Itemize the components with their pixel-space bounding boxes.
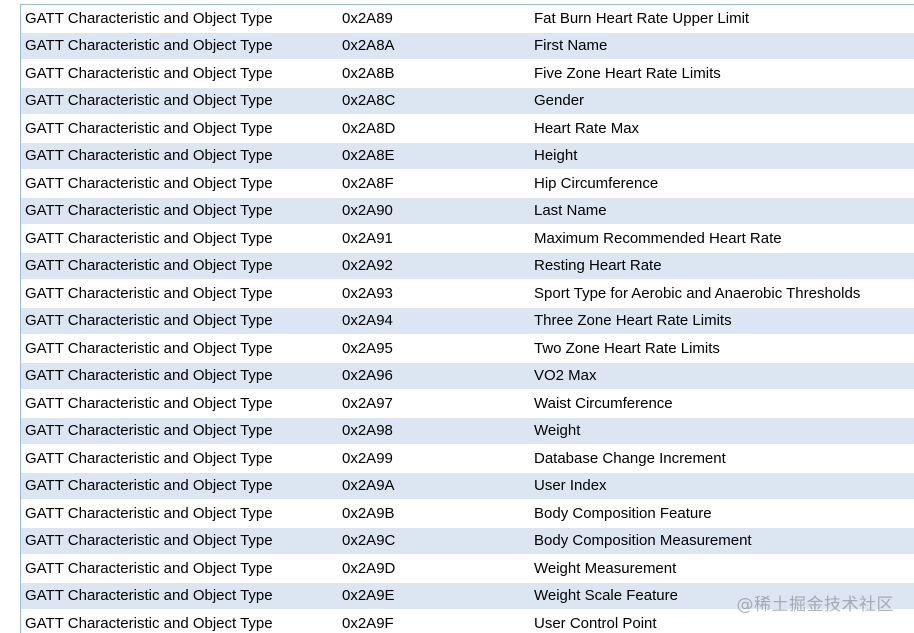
cell-name: First Name	[534, 37, 608, 55]
cell-type: GATT Characteristic and Object Type	[25, 449, 273, 467]
cell-type: GATT Characteristic and Object Type	[25, 504, 273, 522]
cell-type: GATT Characteristic and Object Type	[25, 229, 273, 247]
cell-name: Gender	[534, 92, 585, 110]
cell-uuid: 0x2A94	[342, 312, 393, 330]
cell-type: GATT Characteristic and Object Type	[25, 587, 273, 605]
cell-uuid: 0x2A9D	[342, 559, 396, 577]
cell-name: Body Composition Measurement	[534, 532, 752, 550]
cell-name: Database Change Increment	[534, 449, 726, 467]
table-row: GATT Characteristic and Object Type 0x2A9…	[21, 225, 914, 253]
cell-uuid: 0x2A9B	[342, 504, 395, 522]
cell-type: GATT Characteristic and Object Type	[25, 559, 273, 577]
cell-type: GATT Characteristic and Object Type	[25, 312, 273, 330]
cell-name: User Index	[534, 477, 607, 495]
cell-uuid: 0x2A89	[342, 9, 393, 27]
table-row: GATT Characteristic and Object Type 0x2A9…	[21, 417, 914, 445]
cell-type: GATT Characteristic and Object Type	[25, 119, 273, 137]
table-row: GATT Characteristic and Object Type 0x2A9…	[21, 555, 914, 583]
cell-uuid: 0x2A9F	[342, 614, 394, 632]
table-row: GATT Characteristic and Object Type 0x2A8…	[21, 115, 914, 143]
cell-uuid: 0x2A93	[342, 284, 393, 302]
cell-uuid: 0x2A91	[342, 229, 393, 247]
cell-type: GATT Characteristic and Object Type	[25, 422, 273, 440]
cell-type: GATT Characteristic and Object Type	[25, 532, 273, 550]
cell-name: Fat Burn Heart Rate Upper Limit	[534, 9, 750, 27]
cell-type: GATT Characteristic and Object Type	[25, 257, 273, 275]
cell-name: Weight Measurement	[534, 559, 677, 577]
cell-uuid: 0x2A96	[342, 367, 393, 385]
document-page: GATT Characteristic and Object Type 0x2A8…	[0, 0, 914, 633]
cell-name: Weight	[534, 422, 581, 440]
uuid-table: GATT Characteristic and Object Type 0x2A8…	[20, 4, 914, 633]
cell-name: Three Zone Heart Rate Limits	[534, 312, 732, 330]
cell-uuid: 0x2A98	[342, 422, 393, 440]
table-row: GATT Characteristic and Object Type 0x2A9…	[21, 500, 914, 528]
cell-uuid: 0x2A95	[342, 339, 393, 357]
cell-type: GATT Characteristic and Object Type	[25, 394, 273, 412]
cell-type: GATT Characteristic and Object Type	[25, 339, 273, 357]
cell-type: GATT Characteristic and Object Type	[25, 64, 273, 82]
cell-name: Body Composition Feature	[534, 504, 712, 522]
cell-name: Heart Rate Max	[534, 119, 640, 137]
table-row: GATT Characteristic and Object Type 0x2A8…	[21, 87, 914, 115]
table-row: GATT Characteristic and Object Type 0x2A8…	[21, 142, 914, 170]
cell-type: GATT Characteristic and Object Type	[25, 37, 273, 55]
cell-name: Resting Heart Rate	[534, 257, 662, 275]
cell-type: GATT Characteristic and Object Type	[25, 9, 273, 27]
table-row: GATT Characteristic and Object Type 0x2A9…	[21, 252, 914, 280]
table-row: GATT Characteristic and Object Type 0x2A9…	[21, 197, 914, 225]
cell-uuid: 0x2A9E	[342, 587, 395, 605]
cell-type: GATT Characteristic and Object Type	[25, 147, 273, 165]
cell-uuid: 0x2A8B	[342, 64, 395, 82]
table-row: GATT Characteristic and Object Type 0x2A8…	[21, 32, 914, 60]
table-row: GATT Characteristic and Object Type 0x2A9…	[21, 280, 914, 308]
cell-name: Five Zone Heart Rate Limits	[534, 64, 721, 82]
cell-name: VO2 Max	[534, 367, 597, 385]
table-row: GATT Characteristic and Object Type 0x2A9…	[21, 445, 914, 473]
table-row: GATT Characteristic and Object Type 0x2A8…	[21, 60, 914, 88]
table-row: GATT Characteristic and Object Type 0x2A9…	[21, 335, 914, 363]
cell-uuid: 0x2A92	[342, 257, 393, 275]
table-row: GATT Characteristic and Object Type 0x2A9…	[21, 390, 914, 418]
table-row: GATT Characteristic and Object Type 0x2A9…	[21, 472, 914, 500]
cell-uuid: 0x2A9A	[342, 477, 395, 495]
table-row: GATT Characteristic and Object Type 0x2A9…	[21, 527, 914, 555]
cell-uuid: 0x2A9C	[342, 532, 396, 550]
cell-uuid: 0x2A8F	[342, 174, 394, 192]
cell-uuid: 0x2A8E	[342, 147, 395, 165]
cell-name: Hip Circumference	[534, 174, 659, 192]
watermark: @稀土掘金技术社区	[736, 595, 894, 615]
table-row: GATT Characteristic and Object Type 0x2A8…	[21, 5, 914, 33]
cell-name: Sport Type for Aerobic and Anaerobic Thr…	[534, 284, 861, 302]
cell-uuid: 0x2A97	[342, 394, 393, 412]
cell-name: Maximum Recommended Heart Rate	[534, 229, 782, 247]
cell-uuid: 0x2A8C	[342, 92, 396, 110]
table-row: GATT Characteristic and Object Type 0x2A9…	[21, 362, 914, 390]
cell-name: Two Zone Heart Rate Limits	[534, 339, 720, 357]
cell-name: User Control Point	[534, 614, 657, 632]
cell-name: Last Name	[534, 202, 607, 220]
cell-uuid: 0x2A90	[342, 202, 393, 220]
cell-type: GATT Characteristic and Object Type	[25, 174, 273, 192]
cell-uuid: 0x2A8D	[342, 119, 396, 137]
cell-type: GATT Characteristic and Object Type	[25, 614, 273, 632]
cell-name: Height	[534, 147, 578, 165]
cell-type: GATT Characteristic and Object Type	[25, 284, 273, 302]
cell-type: GATT Characteristic and Object Type	[25, 477, 273, 495]
cell-uuid: 0x2A99	[342, 449, 393, 467]
cell-type: GATT Characteristic and Object Type	[25, 367, 273, 385]
cell-name: Waist Circumference	[534, 394, 673, 412]
table-row: GATT Characteristic and Object Type 0x2A8…	[21, 170, 914, 198]
cell-type: GATT Characteristic and Object Type	[25, 92, 273, 110]
cell-type: GATT Characteristic and Object Type	[25, 202, 273, 220]
table-row: GATT Characteristic and Object Type 0x2A9…	[21, 307, 914, 335]
cell-uuid: 0x2A8A	[342, 37, 395, 55]
